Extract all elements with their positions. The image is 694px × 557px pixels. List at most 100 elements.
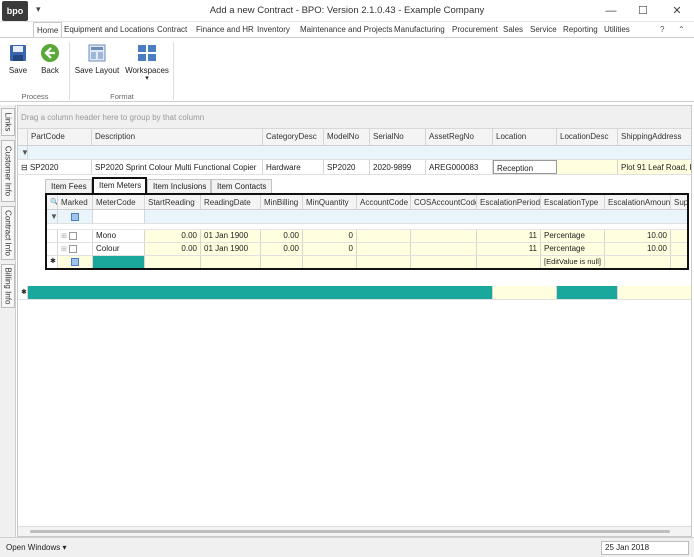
new-row-cells[interactable] bbox=[28, 286, 493, 299]
column-header-minquantity[interactable]: MinQuantity bbox=[303, 195, 357, 209]
meter-row[interactable]: ⊞ Mono 0.00 01 Jan 1900 0.00 0 11 Percen… bbox=[47, 230, 687, 243]
horizontal-scrollbar[interactable] bbox=[18, 526, 691, 536]
locationdesc-new-cell[interactable] bbox=[557, 286, 618, 299]
column-header-description[interactable]: Description bbox=[92, 129, 263, 145]
accountcode-cell[interactable] bbox=[357, 230, 411, 242]
minquantity-new-cell[interactable] bbox=[303, 256, 357, 268]
grid-new-row[interactable]: ✱ bbox=[18, 286, 691, 300]
column-header-startreading[interactable]: StartReading bbox=[145, 195, 201, 209]
shippingaddress-new-cell[interactable] bbox=[618, 286, 691, 299]
column-header-location[interactable]: Location bbox=[493, 129, 557, 145]
metercode-new-cell[interactable] bbox=[93, 256, 145, 268]
column-header-locationdesc[interactable]: LocationDesc bbox=[557, 129, 618, 145]
minbilling-cell[interactable]: 0.00 bbox=[261, 230, 303, 242]
cosaccountcode-new-cell[interactable] bbox=[411, 256, 477, 268]
column-header-marked[interactable]: Marked bbox=[58, 195, 93, 209]
shippingaddress-cell[interactable]: Plot 91 Leaf Road, Fo bbox=[618, 160, 691, 174]
save-button[interactable]: Save bbox=[4, 43, 32, 75]
supp-cell[interactable] bbox=[671, 230, 687, 242]
column-header-escalationamount[interactable]: EscalationAmount bbox=[605, 195, 671, 209]
escalationperiod-cell[interactable]: 11 bbox=[477, 230, 541, 242]
side-tab-contract-info[interactable]: Contract Info bbox=[1, 206, 15, 260]
accountcode-cell[interactable] bbox=[357, 243, 411, 255]
tab-equipment-and-locations[interactable]: Equipment and Locations bbox=[64, 22, 154, 37]
readingdate-new-cell[interactable] bbox=[201, 256, 261, 268]
collapse-ribbon-icon[interactable]: ⌃ bbox=[678, 22, 685, 37]
column-header-shippingaddress[interactable]: ShippingAddress bbox=[618, 129, 691, 145]
column-header-serialno[interactable]: SerialNo bbox=[370, 129, 426, 145]
escalationtype-new-cell[interactable]: [EditValue is null] bbox=[541, 256, 605, 268]
column-header-cosaccountcode[interactable]: COSAccountCode bbox=[411, 195, 477, 209]
close-button[interactable]: ✕ bbox=[662, 2, 692, 20]
column-header-escalationperiod[interactable]: EscalationPeriod bbox=[477, 195, 541, 209]
escalationperiod-new-cell[interactable] bbox=[477, 256, 541, 268]
startreading-new-cell[interactable] bbox=[145, 256, 201, 268]
escalationperiod-cell[interactable]: 11 bbox=[477, 243, 541, 255]
column-header-categorydesc[interactable]: CategoryDesc bbox=[263, 129, 324, 145]
minquantity-cell[interactable]: 0 bbox=[303, 230, 357, 242]
tab-finance-and-hr[interactable]: Finance and HR bbox=[196, 22, 254, 37]
tab-manufacturing[interactable]: Manufacturing bbox=[394, 22, 445, 37]
escalationtype-cell[interactable]: Percentage bbox=[541, 230, 605, 242]
column-header-assetregno[interactable]: AssetRegNo bbox=[426, 129, 493, 145]
supp-new-cell[interactable] bbox=[671, 256, 687, 268]
date-field[interactable]: 25 Jan 2018 bbox=[601, 541, 689, 555]
marked-new-cell[interactable] bbox=[58, 256, 93, 268]
location-cell[interactable]: Reception bbox=[493, 160, 557, 174]
escalationamount-new-cell[interactable] bbox=[605, 256, 671, 268]
workspaces-button[interactable]: Workspaces ▾ bbox=[124, 43, 170, 83]
location-new-cell[interactable] bbox=[493, 286, 557, 299]
marked-filter-checkbox[interactable] bbox=[71, 212, 79, 221]
supp-cell[interactable] bbox=[671, 243, 687, 255]
column-header-metercode[interactable]: MeterCode bbox=[93, 195, 145, 209]
minimize-button[interactable]: — bbox=[596, 2, 626, 20]
open-windows-button[interactable]: Open Windows ▾ bbox=[6, 543, 67, 552]
back-button[interactable]: Back bbox=[36, 43, 64, 75]
minquantity-cell[interactable]: 0 bbox=[303, 243, 357, 255]
maximize-button[interactable]: ☐ bbox=[628, 2, 658, 20]
meter-new-row[interactable]: ✱ [EditValue is null] bbox=[47, 256, 687, 268]
search-icon[interactable]: 🔍 bbox=[47, 195, 58, 209]
column-header-partcode[interactable]: PartCode bbox=[28, 129, 92, 145]
expand-detail-icon[interactable]: ⊞ bbox=[61, 246, 67, 253]
side-tab-links[interactable]: Links bbox=[1, 108, 15, 136]
tab-item-contacts[interactable]: Item Contacts bbox=[211, 179, 272, 193]
locationdesc-cell[interactable] bbox=[557, 160, 618, 174]
save-layout-button[interactable]: Save Layout bbox=[73, 43, 121, 75]
expand-detail-icon[interactable]: ⊞ bbox=[61, 233, 67, 240]
minbilling-cell[interactable]: 0.00 bbox=[261, 243, 303, 255]
table-row[interactable]: ⊟ SP2020 SP2020 Sprint Colour Multi Func… bbox=[18, 160, 691, 175]
marked-new-checkbox[interactable] bbox=[71, 257, 79, 266]
marked-checkbox[interactable] bbox=[69, 231, 78, 240]
cosaccountcode-cell[interactable] bbox=[411, 243, 477, 255]
meter-row[interactable]: ⊞ Colour 0.00 01 Jan 1900 0.00 0 11 Perc… bbox=[47, 243, 687, 256]
column-header-supp[interactable]: Supp bbox=[671, 195, 687, 209]
expand-row-icon[interactable]: ⊟ bbox=[21, 163, 28, 172]
tab-reporting[interactable]: Reporting bbox=[563, 22, 598, 37]
tab-service[interactable]: Service bbox=[530, 22, 557, 37]
startreading-cell[interactable]: 0.00 bbox=[145, 243, 201, 255]
group-by-panel[interactable]: Drag a column header here to group by th… bbox=[18, 106, 691, 129]
column-header-escalationtype[interactable]: EscalationType bbox=[541, 195, 605, 209]
marked-checkbox[interactable] bbox=[69, 244, 78, 253]
readingdate-cell[interactable]: 01 Jan 1900 bbox=[201, 230, 261, 242]
tab-procurement[interactable]: Procurement bbox=[452, 22, 498, 37]
readingdate-cell[interactable]: 01 Jan 1900 bbox=[201, 243, 261, 255]
marked-filter-cell[interactable] bbox=[58, 210, 93, 223]
column-header-accountcode[interactable]: AccountCode bbox=[357, 195, 411, 209]
tab-item-inclusions[interactable]: Item Inclusions bbox=[147, 179, 211, 193]
tab-inventory[interactable]: Inventory bbox=[257, 22, 290, 37]
meter-filter-row[interactable]: ▼ bbox=[47, 210, 687, 224]
column-header-modelno[interactable]: ModelNo bbox=[324, 129, 370, 145]
tab-sales[interactable]: Sales bbox=[503, 22, 523, 37]
help-icon[interactable]: ? bbox=[660, 22, 664, 37]
tab-home[interactable]: Home bbox=[33, 22, 63, 37]
accountcode-new-cell[interactable] bbox=[357, 256, 411, 268]
startreading-cell[interactable]: 0.00 bbox=[145, 230, 201, 242]
tab-item-fees[interactable]: Item Fees bbox=[45, 179, 92, 193]
filter-row[interactable]: ▼ bbox=[18, 146, 691, 160]
side-tab-billing-info[interactable]: Billing Info bbox=[1, 264, 15, 308]
tab-maintenance-and-projects[interactable]: Maintenance and Projects bbox=[300, 22, 393, 37]
escalationtype-cell[interactable]: Percentage bbox=[541, 243, 605, 255]
tab-item-meters[interactable]: Item Meters bbox=[92, 177, 147, 193]
